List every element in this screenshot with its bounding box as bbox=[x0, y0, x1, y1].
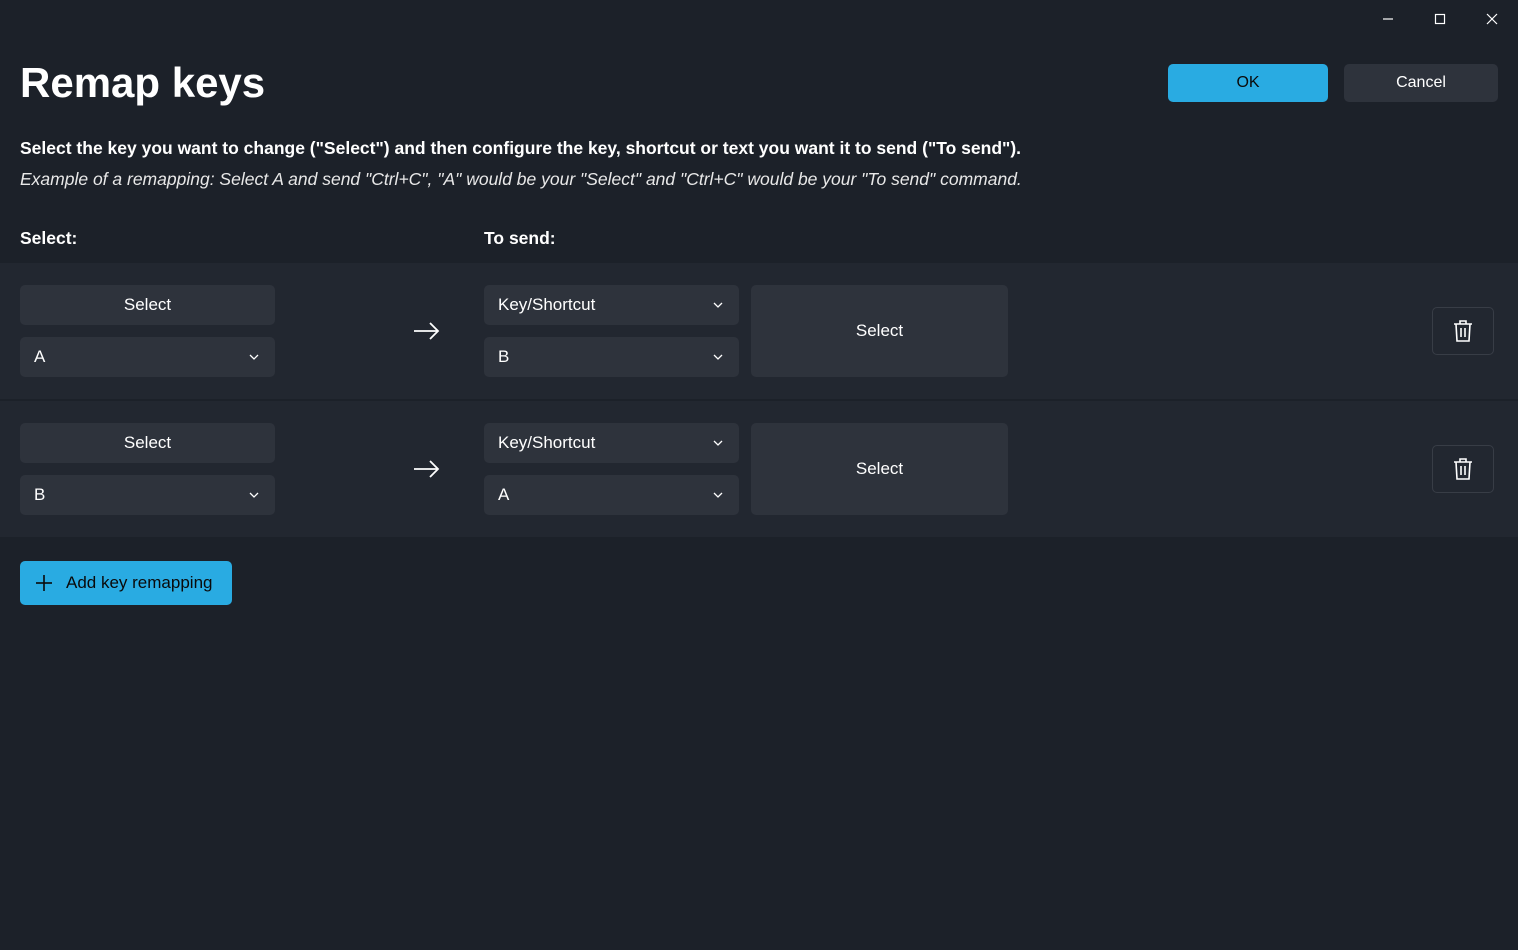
header-row: Remap keys OK Cancel bbox=[20, 58, 1498, 108]
to-send-key-dropdown[interactable]: A bbox=[484, 475, 739, 515]
minimize-icon bbox=[1382, 13, 1394, 25]
ok-button[interactable]: OK bbox=[1168, 64, 1328, 102]
select-key-button[interactable]: Select bbox=[20, 423, 275, 463]
to-send-column: Key/Shortcut B Select bbox=[484, 285, 1008, 377]
chevron-down-icon bbox=[247, 488, 261, 502]
description-text: Select the key you want to change ("Sele… bbox=[20, 138, 1498, 159]
close-icon bbox=[1486, 13, 1498, 25]
select-column: Select A bbox=[20, 285, 370, 377]
cancel-button[interactable]: Cancel bbox=[1344, 64, 1498, 102]
to-send-left: Key/Shortcut A bbox=[484, 423, 739, 515]
chevron-down-icon bbox=[711, 488, 725, 502]
remap-row: Select A Key/Shortcut bbox=[0, 263, 1518, 401]
arrow-column bbox=[370, 320, 484, 342]
trash-icon bbox=[1452, 319, 1474, 343]
maximize-icon bbox=[1434, 13, 1446, 25]
to-send-column: Key/Shortcut A Select bbox=[484, 423, 1008, 515]
select-key-value: A bbox=[34, 347, 45, 367]
delete-column bbox=[1432, 307, 1498, 355]
arrow-right-icon bbox=[412, 458, 442, 480]
column-header-to-send: To send: bbox=[484, 228, 556, 249]
to-send-key-value: B bbox=[498, 347, 509, 367]
maximize-button[interactable] bbox=[1414, 0, 1466, 38]
add-remapping-label: Add key remapping bbox=[66, 573, 212, 593]
chevron-down-icon bbox=[711, 350, 725, 364]
to-send-type-value: Key/Shortcut bbox=[498, 433, 595, 453]
to-send-type-dropdown[interactable]: Key/Shortcut bbox=[484, 285, 739, 325]
delete-row-button[interactable] bbox=[1432, 445, 1494, 493]
chevron-down-icon bbox=[711, 436, 725, 450]
arrow-column bbox=[370, 458, 484, 480]
to-send-select-button[interactable]: Select bbox=[751, 285, 1008, 377]
example-text: Example of a remapping: Select A and sen… bbox=[20, 169, 1498, 190]
delete-column bbox=[1432, 445, 1498, 493]
to-send-select-button[interactable]: Select bbox=[751, 423, 1008, 515]
add-remapping-button[interactable]: Add key remapping bbox=[20, 561, 232, 605]
minimize-button[interactable] bbox=[1362, 0, 1414, 38]
column-header-select: Select: bbox=[20, 228, 484, 249]
add-row: Add key remapping bbox=[20, 561, 1498, 605]
chevron-down-icon bbox=[247, 350, 261, 364]
to-send-type-value: Key/Shortcut bbox=[498, 295, 595, 315]
select-column: Select B bbox=[20, 423, 370, 515]
main-content: Remap keys OK Cancel Select the key you … bbox=[0, 38, 1518, 605]
delete-row-button[interactable] bbox=[1432, 307, 1494, 355]
select-key-value: B bbox=[34, 485, 45, 505]
select-key-dropdown[interactable]: B bbox=[20, 475, 275, 515]
close-button[interactable] bbox=[1466, 0, 1518, 38]
trash-icon bbox=[1452, 457, 1474, 481]
select-key-dropdown[interactable]: A bbox=[20, 337, 275, 377]
page-title: Remap keys bbox=[20, 58, 265, 108]
select-key-button[interactable]: Select bbox=[20, 285, 275, 325]
column-headers: Select: To send: bbox=[20, 228, 1498, 249]
plus-icon bbox=[34, 573, 54, 593]
remap-row: Select B Key/Shortcut bbox=[0, 401, 1518, 539]
window-titlebar bbox=[0, 0, 1518, 38]
chevron-down-icon bbox=[711, 298, 725, 312]
to-send-key-value: A bbox=[498, 485, 509, 505]
to-send-type-dropdown[interactable]: Key/Shortcut bbox=[484, 423, 739, 463]
remap-rows: Select A Key/Shortcut bbox=[0, 263, 1518, 539]
to-send-left: Key/Shortcut B bbox=[484, 285, 739, 377]
to-send-key-dropdown[interactable]: B bbox=[484, 337, 739, 377]
arrow-right-icon bbox=[412, 320, 442, 342]
header-actions: OK Cancel bbox=[1168, 64, 1498, 102]
